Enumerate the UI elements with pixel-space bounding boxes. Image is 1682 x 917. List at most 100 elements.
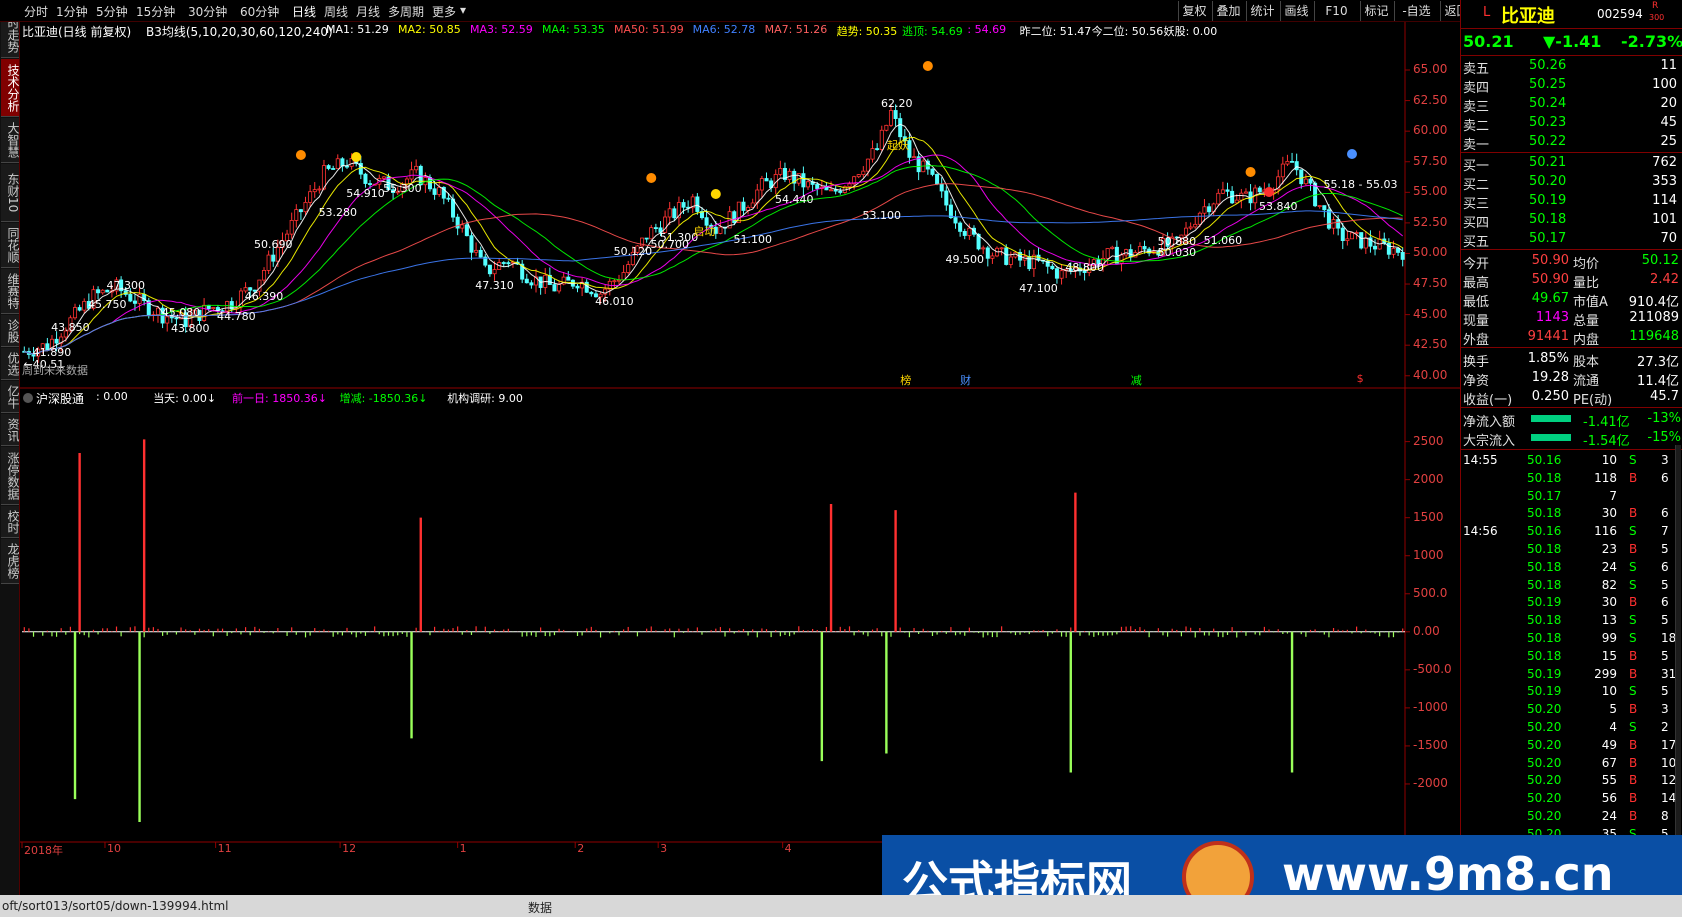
candle-body <box>870 148 875 160</box>
ma-value-2: MA3: 52.59 <box>470 23 533 36</box>
flow-tick-0: 2500 <box>1413 433 1444 448</box>
candle-body <box>1359 232 1364 249</box>
chart-area[interactable]: 65.00 62.50 60.00 57.50 55.00 52.50 50.00 47.50… <box>20 22 1460 895</box>
candle-body <box>552 284 557 292</box>
tick-side: S <box>1629 524 1637 539</box>
time-tick-2: 11 <box>217 842 232 855</box>
period-tab-6[interactable]: 日线 <box>292 3 316 20</box>
left-tab-10[interactable]: 涨停数据 <box>1 447 20 505</box>
event-mark-0[interactable]: 榜 <box>900 372 911 388</box>
candle-body <box>211 307 216 310</box>
tick-volume: 299 <box>1594 666 1617 681</box>
flow-tick-8: -1500 <box>1413 737 1448 752</box>
tick-scrollbar[interactable] <box>1675 445 1681 895</box>
left-tab-bar: 分时走势 技术分析 大智慧 东财10 同花顺 维赛特 诊股 优选 亿牛 资讯 涨停数据 校时 龙虎榜 <box>0 0 20 895</box>
price-annotation-16: 49.500 <box>945 252 985 266</box>
tick-row: 50.18 15 B 5 <box>1461 649 1682 667</box>
period-tab-7[interactable]: 周线 <box>324 3 348 20</box>
candle-body <box>524 278 529 284</box>
indicator-name[interactable]: B3均线(5,10,20,30,60,120,240) <box>146 23 333 40</box>
toolbar-button-3[interactable]: 画线 <box>1280 1 1312 21</box>
sub-indicator-name[interactable]: 沪深股通 <box>36 390 84 407</box>
candle-body <box>1059 270 1064 279</box>
flow-label: 大宗流入 <box>1463 434 1516 449</box>
candle-body <box>962 231 967 236</box>
candle-body <box>856 174 861 178</box>
event-mark-3[interactable]: $ <box>1357 372 1364 385</box>
tick-count: 18 <box>1661 631 1677 645</box>
candle-body <box>303 201 308 213</box>
price-annotation-24: 45.080 <box>161 306 201 320</box>
flow-pct: -15% <box>1647 430 1681 445</box>
price-row: 50.21 ▼-1.41 -2.73% <box>1461 30 1682 54</box>
price-annotation-19: 47.100 <box>1019 281 1058 295</box>
stat-row: 外盘 91441 内盘 119648 <box>1461 327 1682 348</box>
sell-volume: 100 <box>1652 77 1677 92</box>
candle-body <box>967 227 972 236</box>
period-tab-0[interactable]: 分时 <box>24 3 48 20</box>
candle-body <box>202 304 207 321</box>
candle-body <box>409 169 414 180</box>
left-tab-12[interactable]: 龙虎榜 <box>1 539 20 584</box>
stat-value: 50.90 <box>1531 253 1569 268</box>
period-tab-8[interactable]: 月线 <box>356 3 380 20</box>
sep-6 <box>1461 407 1682 408</box>
price-tick-9: 42.50 <box>1413 337 1448 352</box>
candle-body <box>935 174 940 185</box>
period-tab-1[interactable]: 1分钟 <box>56 3 88 20</box>
left-tab-7[interactable]: 优选 <box>1 348 20 380</box>
stat-value: 2.42 <box>1650 272 1679 287</box>
stat-value: 50.12 <box>1641 253 1679 268</box>
candle-body <box>312 189 317 193</box>
tick-volume: 99 <box>1601 631 1617 645</box>
period-tab-4[interactable]: 30分钟 <box>188 3 227 20</box>
stock-name: 比亚迪 <box>1501 6 1555 27</box>
left-tab-8[interactable]: 亿牛 <box>1 381 20 413</box>
sell-level-4: 卖四 50.25 100 <box>1461 75 1682 96</box>
left-tab-9[interactable]: 资讯 <box>1 414 20 446</box>
future-data-label: 周到未来数据 <box>22 364 88 377</box>
toolbar-button-1[interactable]: 叠加 <box>1212 1 1244 21</box>
ma-value-4: MA50: 51.99 <box>614 23 684 36</box>
tick-count: 17 <box>1661 737 1677 752</box>
flow-tick-1: 2000 <box>1413 471 1444 486</box>
period-tab-3[interactable]: 15分钟 <box>136 3 175 20</box>
sub-value-1: 当天: 0.00↓ <box>153 392 217 405</box>
candle-body <box>884 124 889 131</box>
price-annotation-10: 50.700 <box>650 237 689 251</box>
period-tab-2[interactable]: 5分钟 <box>96 3 128 20</box>
left-tab-4[interactable]: 同花顺 <box>1 223 20 268</box>
candle-body <box>879 129 884 150</box>
more-chevron-icon[interactable]: ▾ <box>460 3 466 17</box>
status-tab[interactable]: 数据 <box>528 899 552 916</box>
left-tab-6[interactable]: 诊股 <box>1 315 20 347</box>
ma-value-8: 逃顶: 54.69 <box>902 25 963 38</box>
period-tab-5[interactable]: 60分钟 <box>240 3 279 20</box>
event-mark-2[interactable]: 减 <box>1131 372 1142 388</box>
candle-body <box>912 156 917 159</box>
candle-body <box>1004 247 1009 265</box>
tick-count: 7 <box>1661 524 1669 539</box>
event-mark-1[interactable]: 财 <box>960 372 971 388</box>
toolbar-button-6[interactable]: -自选 <box>1394 1 1438 21</box>
toolbar-button-5[interactable]: 标记 <box>1360 1 1392 21</box>
left-tab-3[interactable]: 东财10 <box>1 164 20 222</box>
toolbar-button-4[interactable]: F10 <box>1314 1 1358 21</box>
left-tab-5[interactable]: 维赛特 <box>1 269 20 314</box>
period-tab-9[interactable]: 多周期 <box>388 3 424 20</box>
candle-body <box>566 276 571 281</box>
left-tab-2[interactable]: 大智慧 <box>1 118 20 163</box>
tick-price: 50.17 <box>1527 488 1562 503</box>
candle-body <box>626 264 631 273</box>
candle-body <box>1345 238 1350 241</box>
period-tab-10[interactable]: 更多 <box>432 3 456 20</box>
price-annotation-5: 54.440 <box>774 192 814 206</box>
toolbar-button-2[interactable]: 统计 <box>1246 1 1278 21</box>
candle-body <box>155 307 161 316</box>
left-tab-11[interactable]: 校时 <box>1 506 20 538</box>
kline-chart[interactable] <box>20 22 1460 895</box>
toolbar-button-0[interactable]: 复权 <box>1178 1 1210 21</box>
tick-side: S <box>1629 577 1637 592</box>
candle-body <box>875 148 880 150</box>
left-tab-1[interactable]: 技术分析 <box>1 59 20 117</box>
